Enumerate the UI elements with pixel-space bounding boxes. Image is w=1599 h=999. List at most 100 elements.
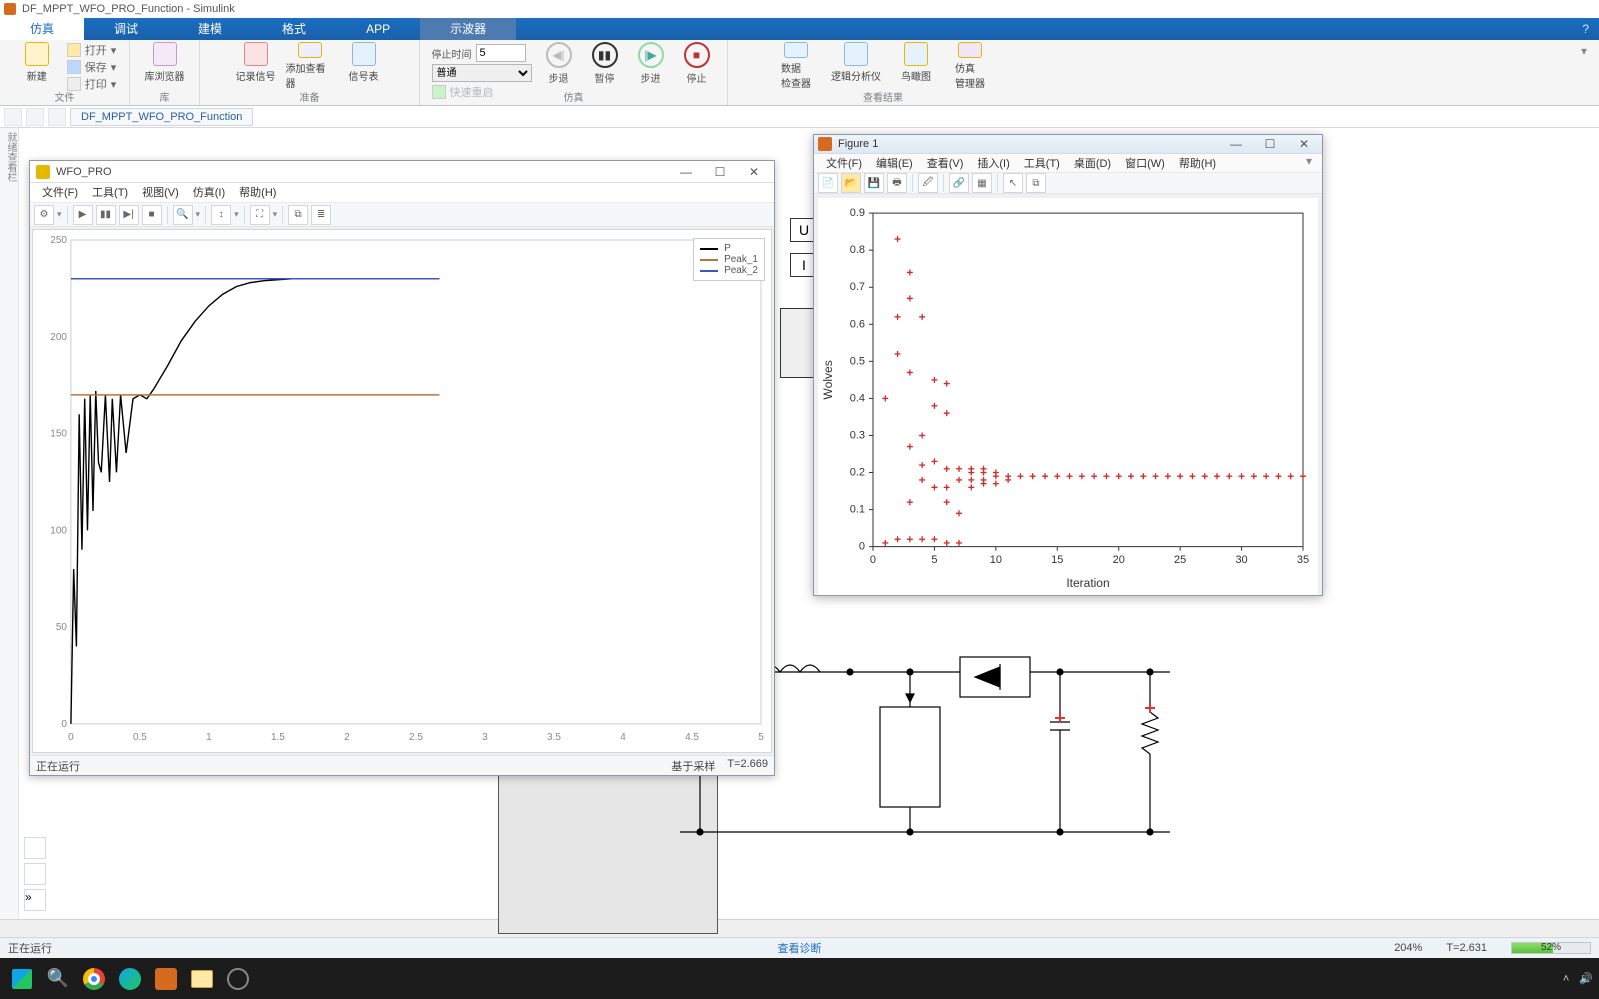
breadcrumb-bar: DF_MPPT_WFO_PRO_Function bbox=[0, 106, 1599, 128]
status-diagnostics-link[interactable]: 查看诊断 bbox=[778, 940, 822, 956]
scope-minimize-button[interactable]: — bbox=[672, 163, 700, 181]
breadcrumb-tab[interactable]: DF_MPPT_WFO_PRO_Function bbox=[70, 108, 253, 126]
library-browser-button[interactable]: 库浏览器 bbox=[141, 42, 189, 90]
ribbon-tab-scope[interactable]: 示波器 bbox=[420, 18, 516, 40]
scope-plot[interactable]: 05010015020025000.511.522.533.544.55 P P… bbox=[32, 229, 772, 753]
search-button[interactable]: 🔍 bbox=[42, 963, 74, 995]
scope-zoom-icon[interactable]: 🔍 bbox=[173, 205, 193, 225]
scope-status-mode: 基于采样 bbox=[671, 758, 715, 774]
scope-run-icon[interactable]: ▶ bbox=[73, 205, 93, 225]
scope-autoscale-icon[interactable]: ⛶ bbox=[250, 205, 270, 225]
figure-menu-edit[interactable]: 编辑(E) bbox=[870, 154, 919, 172]
scope-window[interactable]: WFO_PRO — ☐ ✕ 文件(F) 工具(T) 视图(V) 仿真(I) 帮助… bbox=[29, 160, 775, 776]
bird-view-button[interactable]: 鸟瞰图 bbox=[892, 42, 940, 90]
figure-print-icon[interactable]: 🖶 bbox=[887, 173, 907, 193]
figure-dock-icon[interactable]: ⧉ bbox=[1026, 173, 1046, 193]
figure-menu-view[interactable]: 查看(V) bbox=[921, 154, 970, 172]
scope-menu-file[interactable]: 文件(F) bbox=[36, 183, 84, 202]
sim-manager-button[interactable]: 仿真 管理器 bbox=[946, 42, 994, 90]
scope-menu-view[interactable]: 视图(V) bbox=[136, 183, 185, 202]
nav-fwd-button[interactable] bbox=[26, 108, 44, 126]
figure-title-bar[interactable]: Figure 1 — ☐ ✕ bbox=[814, 135, 1322, 153]
edge-icon[interactable] bbox=[114, 963, 146, 995]
stop-time-input[interactable] bbox=[476, 44, 526, 62]
nav-back-button[interactable] bbox=[4, 108, 22, 126]
figure-menu-desktop[interactable]: 桌面(D) bbox=[1068, 154, 1117, 172]
step-back-button[interactable]: ◀|步退 bbox=[540, 42, 578, 85]
nav-up-button[interactable] bbox=[48, 108, 66, 126]
ribbon-collapse-button[interactable]: ▾ bbox=[1569, 40, 1599, 105]
stop-button[interactable]: ■停止 bbox=[678, 42, 716, 85]
ribbon-tab-debug[interactable]: 调试 bbox=[84, 18, 168, 40]
step-fwd-button[interactable]: |▶步进 bbox=[632, 42, 670, 85]
save-button[interactable]: 保存 ▾ bbox=[67, 59, 117, 75]
canvas-tool-1[interactable] bbox=[24, 837, 46, 859]
data-inspector-button[interactable]: 数据 检查器 bbox=[772, 42, 820, 90]
figure-menu-more[interactable]: ▾ bbox=[1302, 154, 1316, 172]
help-icon[interactable]: ? bbox=[1582, 22, 1589, 36]
sim-mode-select[interactable]: 普通 bbox=[432, 64, 532, 82]
scope-measure-icon[interactable]: ≣ bbox=[311, 205, 331, 225]
figure-minimize-button[interactable]: — bbox=[1222, 135, 1250, 153]
signal-table-button[interactable]: 信号表 bbox=[340, 42, 388, 90]
figure-link-icon[interactable]: 🔗 bbox=[949, 173, 969, 193]
ribbon-tab-model[interactable]: 建模 bbox=[168, 18, 252, 40]
chrome-icon[interactable] bbox=[78, 963, 110, 995]
figure-menu-window[interactable]: 窗口(W) bbox=[1119, 154, 1171, 172]
explorer-icon[interactable] bbox=[186, 963, 218, 995]
figure-edit-icon[interactable]: 🖉 bbox=[918, 173, 938, 193]
simulink-icon bbox=[4, 3, 16, 15]
start-button[interactable] bbox=[6, 963, 38, 995]
logic-analyzer-button[interactable]: 逻辑分析仪 bbox=[826, 42, 886, 90]
open-icon bbox=[67, 43, 81, 57]
scope-title-bar[interactable]: WFO_PRO — ☐ ✕ bbox=[30, 161, 774, 183]
model-canvas[interactable]: 就绪查看栏 U I PV 阵列 bbox=[0, 128, 1599, 920]
scope-menu-sim[interactable]: 仿真(I) bbox=[187, 183, 231, 202]
status-progress: 52% bbox=[1511, 942, 1591, 954]
scope-stop-icon[interactable]: ■ bbox=[142, 205, 162, 225]
figure-menu-insert[interactable]: 插入(I) bbox=[971, 154, 1015, 172]
new-button[interactable]: 新建 bbox=[13, 42, 61, 90]
figure-cursor-icon[interactable]: ↖ bbox=[1003, 173, 1023, 193]
scope-cursor-icon[interactable]: ↕ bbox=[211, 205, 231, 225]
app-icon[interactable] bbox=[222, 963, 254, 995]
scope-step-icon[interactable]: ▶| bbox=[119, 205, 139, 225]
figure-insert-icon[interactable]: ▦ bbox=[972, 173, 992, 193]
scope-menu-help[interactable]: 帮助(H) bbox=[233, 183, 282, 202]
scope-close-button[interactable]: ✕ bbox=[740, 163, 768, 181]
figure-maximize-button[interactable]: ☐ bbox=[1256, 135, 1284, 153]
scope-menu-tools[interactable]: 工具(T) bbox=[86, 183, 134, 202]
figure-close-button[interactable]: ✕ bbox=[1290, 135, 1318, 153]
scope-pause-icon[interactable]: ▮▮ bbox=[96, 205, 116, 225]
scope-status-bar: 正在运行 基于采样 T=2.669 bbox=[30, 755, 774, 775]
figure-menu-help[interactable]: 帮助(H) bbox=[1173, 154, 1222, 172]
figure-new-icon[interactable]: 📄 bbox=[818, 173, 838, 193]
scope-settings-icon[interactable]: ⚙ bbox=[34, 205, 54, 225]
canvas-tool-2[interactable] bbox=[24, 863, 46, 885]
ribbon-tab-format[interactable]: 格式 bbox=[252, 18, 336, 40]
svg-text:250: 250 bbox=[50, 235, 67, 246]
figure-menu-file[interactable]: 文件(F) bbox=[820, 154, 868, 172]
ribbon-tab-app[interactable]: APP bbox=[336, 18, 420, 40]
taskbar-tray-up-icon[interactable]: ˄ bbox=[1563, 973, 1569, 985]
open-button[interactable]: 打开 ▾ bbox=[67, 42, 117, 58]
status-zoom[interactable]: 204% bbox=[1394, 942, 1422, 954]
add-viewer-button[interactable]: 添加查看器 bbox=[286, 42, 334, 90]
scope-trigger-icon[interactable]: ⧉ bbox=[288, 205, 308, 225]
svg-text:0.2: 0.2 bbox=[850, 467, 865, 479]
figure-window[interactable]: Figure 1 — ☐ ✕ 文件(F) 编辑(E) 查看(V) 插入(I) 工… bbox=[813, 134, 1323, 596]
figure-open-icon[interactable]: 📂 bbox=[841, 173, 861, 193]
canvas-expand[interactable]: » bbox=[24, 889, 46, 911]
scope-maximize-button[interactable]: ☐ bbox=[706, 163, 734, 181]
matlab-icon[interactable] bbox=[150, 963, 182, 995]
svg-text:0.6: 0.6 bbox=[850, 318, 865, 330]
figure-plot[interactable]: 00.10.20.30.40.50.60.70.80.9051015202530… bbox=[818, 198, 1318, 595]
ribbon-tab-sim[interactable]: 仿真 bbox=[0, 18, 84, 40]
library-group-label: 库 bbox=[130, 89, 199, 104]
figure-save-icon[interactable]: 💾 bbox=[864, 173, 884, 193]
pause-button[interactable]: ▮▮暂停 bbox=[586, 42, 624, 85]
taskbar-sound-icon[interactable]: 🔊 bbox=[1579, 972, 1593, 985]
record-signal-button[interactable]: 记录信号 bbox=[232, 42, 280, 90]
figure-menu-tools[interactable]: 工具(T) bbox=[1018, 154, 1066, 172]
svg-text:35: 35 bbox=[1297, 554, 1309, 566]
